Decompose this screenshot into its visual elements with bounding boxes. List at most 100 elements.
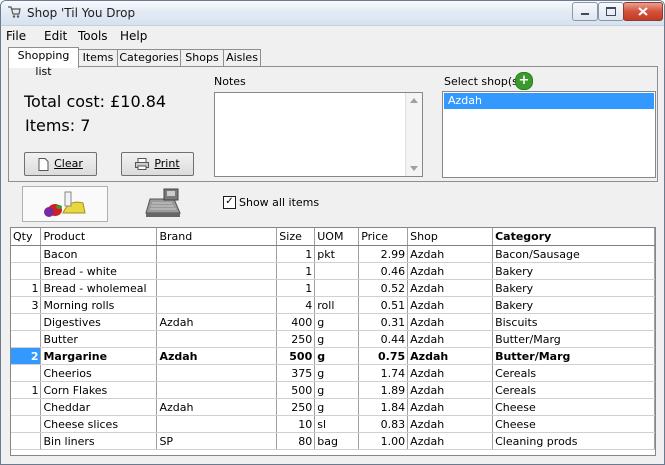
- cell-product[interactable]: Corn Flakes: [40, 381, 158, 399]
- cell-category[interactable]: Biscuits: [492, 313, 655, 331]
- tab-aisles[interactable]: Aisles: [223, 49, 261, 67]
- cell-shop[interactable]: Azdah: [407, 347, 494, 365]
- show-all-checkbox[interactable]: ✓: [223, 196, 236, 209]
- cell-price[interactable]: 0.44: [358, 330, 409, 348]
- cell-size[interactable]: 1: [276, 279, 316, 297]
- cell-price[interactable]: 0.46: [358, 262, 409, 280]
- cell-product[interactable]: Butter: [40, 330, 158, 348]
- cell-price[interactable]: 1.89: [358, 381, 409, 399]
- cell-brand[interactable]: [156, 279, 278, 297]
- cell-product[interactable]: Bread - white: [40, 262, 158, 280]
- cell-category[interactable]: Bakery: [492, 279, 655, 297]
- table-row[interactable]: 1 Corn Flakes 500 g 1.89 Azdah Cereals: [11, 381, 655, 399]
- minimize-button[interactable]: [572, 2, 598, 21]
- menu-help[interactable]: Help: [120, 29, 147, 43]
- add-shop-icon[interactable]: +: [515, 72, 533, 90]
- cell-price[interactable]: 0.75: [358, 347, 409, 365]
- cell-uom[interactable]: g: [314, 398, 360, 416]
- cell-shop[interactable]: Azdah: [407, 330, 494, 348]
- cell-size[interactable]: 250: [276, 398, 316, 416]
- print-button[interactable]: Print: [121, 152, 194, 176]
- cell-product[interactable]: Margarine: [40, 347, 158, 365]
- cell-price[interactable]: 1.74: [358, 364, 409, 382]
- cell-product[interactable]: Bread - wholemeal: [40, 279, 158, 297]
- column-header-category[interactable]: Category: [492, 228, 655, 246]
- cell-category[interactable]: Cheese: [492, 398, 655, 416]
- cell-price[interactable]: 0.52: [358, 279, 409, 297]
- table-row[interactable]: 3 Morning rolls 4 roll 0.51 Azdah Bakery: [11, 296, 655, 314]
- table-row[interactable]: Bin liners SP 80 bag 1.00 Azdah Cleaning…: [11, 432, 655, 450]
- cell-qty[interactable]: [11, 245, 42, 263]
- tab-items[interactable]: Items: [78, 49, 118, 67]
- scroll-down-icon[interactable]: [410, 166, 418, 171]
- menu-tools[interactable]: Tools: [78, 29, 108, 43]
- cell-price[interactable]: 1.84: [358, 398, 409, 416]
- cell-product[interactable]: Bin liners: [40, 432, 158, 450]
- cell-size[interactable]: 1: [276, 245, 316, 263]
- tab-shops[interactable]: Shops: [180, 49, 224, 67]
- cell-category[interactable]: Bakery: [492, 296, 655, 314]
- cell-brand[interactable]: Azdah: [156, 398, 278, 416]
- cell-shop[interactable]: Azdah: [407, 313, 494, 331]
- cell-product[interactable]: Digestives: [40, 313, 158, 331]
- column-header-uom[interactable]: UOM: [314, 228, 360, 246]
- column-header-brand[interactable]: Brand: [156, 228, 278, 246]
- column-header-size[interactable]: Size: [276, 228, 316, 246]
- cell-qty[interactable]: [11, 364, 42, 382]
- cell-brand[interactable]: [156, 262, 278, 280]
- cell-category[interactable]: Cereals: [492, 364, 655, 382]
- cash-register-icon[interactable]: [144, 187, 186, 219]
- cell-category[interactable]: Cereals: [492, 381, 655, 399]
- cell-uom[interactable]: roll: [314, 296, 360, 314]
- cell-category[interactable]: Bacon/Sausage: [492, 245, 655, 263]
- table-row[interactable]: Bacon 1 pkt 2.99 Azdah Bacon/Sausage: [11, 245, 655, 263]
- cell-product[interactable]: Bacon: [40, 245, 158, 263]
- cell-qty[interactable]: 2: [11, 347, 42, 365]
- cell-uom[interactable]: bag: [314, 432, 360, 450]
- table-row-selected[interactable]: 2 Margarine Azdah 500 g 0.75 Azdah Butte…: [11, 347, 655, 365]
- cell-price[interactable]: 2.99: [358, 245, 409, 263]
- scroll-up-icon[interactable]: [410, 98, 418, 103]
- cell-brand[interactable]: [156, 296, 278, 314]
- close-button[interactable]: [623, 2, 663, 21]
- cell-product[interactable]: Morning rolls: [40, 296, 158, 314]
- shop-listbox[interactable]: Azdah: [442, 91, 656, 178]
- table-row[interactable]: Cheerios 375 g 1.74 Azdah Cereals: [11, 364, 655, 382]
- cell-size[interactable]: 375: [276, 364, 316, 382]
- cell-shop[interactable]: Azdah: [407, 296, 494, 314]
- cell-brand[interactable]: Azdah: [156, 347, 278, 365]
- cell-category[interactable]: Cheese: [492, 415, 655, 433]
- cell-size[interactable]: 1: [276, 262, 316, 280]
- table-row[interactable]: Digestives Azdah 400 g 0.31 Azdah Biscui…: [11, 313, 655, 331]
- cell-product[interactable]: Cheese slices: [40, 415, 158, 433]
- cell-shop[interactable]: Azdah: [407, 381, 494, 399]
- cell-uom[interactable]: sl: [314, 415, 360, 433]
- cell-product[interactable]: Cheerios: [40, 364, 158, 382]
- cell-uom[interactable]: [314, 279, 360, 297]
- cell-qty[interactable]: 3: [11, 296, 42, 314]
- cell-shop[interactable]: Azdah: [407, 262, 494, 280]
- cell-uom[interactable]: g: [314, 330, 360, 348]
- cell-qty[interactable]: [11, 432, 42, 450]
- cell-size[interactable]: 400: [276, 313, 316, 331]
- cell-size[interactable]: 4: [276, 296, 316, 314]
- list-view-button[interactable]: [22, 186, 108, 222]
- cell-size[interactable]: 500: [276, 381, 316, 399]
- cell-size[interactable]: 250: [276, 330, 316, 348]
- maximize-button[interactable]: [598, 2, 624, 21]
- cell-uom[interactable]: g: [314, 364, 360, 382]
- tab-shopping-list[interactable]: Shopping list: [8, 47, 79, 78]
- cell-size[interactable]: 80: [276, 432, 316, 450]
- cell-price[interactable]: 1.00: [358, 432, 409, 450]
- table-row[interactable]: Cheddar Azdah 250 g 1.84 Azdah Cheese: [11, 398, 655, 416]
- notes-scrollbar[interactable]: [405, 93, 422, 176]
- cell-brand[interactable]: SP: [156, 432, 278, 450]
- cell-uom[interactable]: g: [314, 381, 360, 399]
- cell-qty[interactable]: 1: [11, 381, 42, 399]
- cell-uom[interactable]: [314, 262, 360, 280]
- cell-shop[interactable]: Azdah: [407, 245, 494, 263]
- table-row[interactable]: Cheese slices 10 sl 0.83 Azdah Cheese: [11, 415, 655, 433]
- cell-brand[interactable]: [156, 415, 278, 433]
- cell-brand[interactable]: Azdah: [156, 313, 278, 331]
- column-header-qty[interactable]: Qty: [11, 228, 42, 246]
